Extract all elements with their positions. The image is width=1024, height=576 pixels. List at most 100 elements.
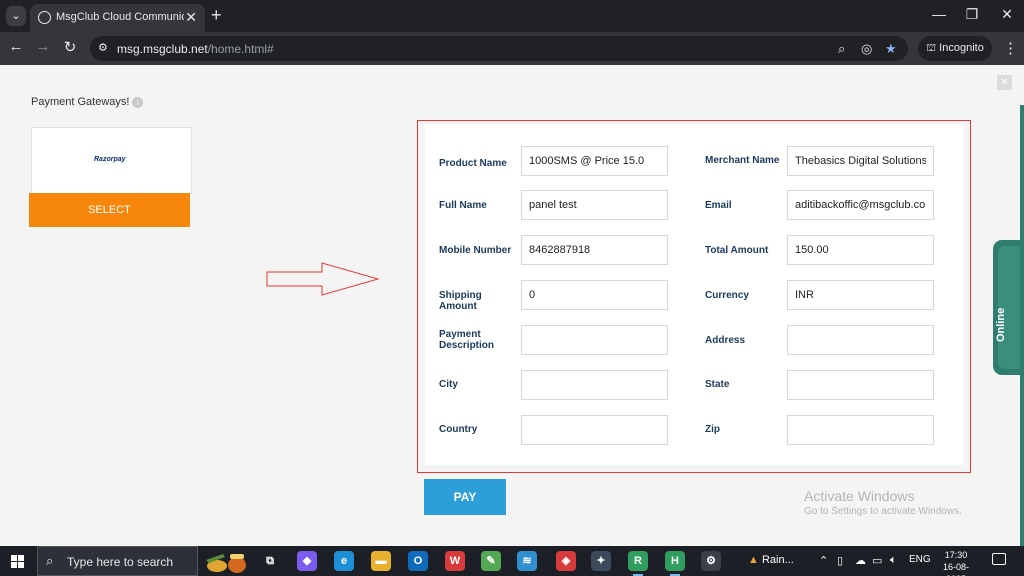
app-bird-icon[interactable]: ✦ <box>591 551 611 571</box>
browser-toolbar: ← → ↻ ⚙ msg.msgclub.net/home.html# ⌕ ◎ ★… <box>0 32 1024 65</box>
forward-arrow-icon[interactable]: → <box>33 38 53 55</box>
minimize-button[interactable]: — <box>929 6 949 22</box>
weather-text: Rain... <box>761 554 794 566</box>
url-path: /home.html# <box>207 42 274 56</box>
tab-search-menu-button[interactable]: ⌄ <box>6 6 26 26</box>
back-arrow-icon[interactable]: ← <box>6 38 26 55</box>
incognito-icon: ⛫ <box>926 42 937 54</box>
windows-taskbar: ⌕ Type here to search ⧉ ◆ e ▬ O W ✎ ≋ ◈ ✦ R H ⚙ ▲ Ra… <box>0 546 1024 576</box>
reload-icon[interactable]: ↻ <box>60 38 80 56</box>
notepad-icon[interactable]: ✎ <box>481 551 501 571</box>
email-label: Email <box>705 200 732 211</box>
search-icon: ⌕ <box>46 553 54 568</box>
edge-icon[interactable]: e <box>334 551 354 571</box>
chrome-r-icon[interactable]: R <box>628 551 648 576</box>
arrow-annotation <box>266 262 380 296</box>
weather-widget[interactable]: ▲ Rain... <box>748 554 794 566</box>
payment-description-input[interactable] <box>521 325 668 355</box>
settings-icon[interactable]: ⚙ <box>701 551 721 571</box>
watermark-subtitle: Go to Settings to activate Windows. <box>804 506 962 517</box>
url-host: msg.msgclub.net <box>117 42 208 56</box>
merchant-name-label: Merchant Name <box>705 155 780 166</box>
new-tab-button[interactable]: + <box>211 5 222 26</box>
page-content: Payment Gateways! i Razorpay SELECT ✕ Pro… <box>0 65 1024 546</box>
language-indicator[interactable]: ENG <box>909 554 931 565</box>
activate-windows-watermark: Activate Windows Go to Settings to activ… <box>804 488 962 517</box>
zip-label: Zip <box>705 424 720 435</box>
favicon-icon <box>38 11 51 24</box>
mobile-number-input[interactable] <box>521 235 668 265</box>
watermark-title: Activate Windows <box>804 488 915 504</box>
online-label: Online <box>995 307 1007 342</box>
full-name-input[interactable] <box>521 190 668 220</box>
product-name-label: Product Name <box>439 158 507 169</box>
app-layers-icon[interactable]: ≋ <box>517 551 537 571</box>
tab-title: MsgClub Cloud Communicatio <box>56 11 184 23</box>
mobile-number-label: Mobile Number <box>439 245 512 256</box>
city-input[interactable] <box>521 370 668 400</box>
product-name-input[interactable] <box>521 146 668 176</box>
browser-tab-strip: ⌄ MsgClub Cloud Communicatio ✕ + — ❐ ✕ <box>0 0 1024 32</box>
heading-text: Payment Gateways! <box>31 96 130 108</box>
country-input[interactable] <box>521 415 668 445</box>
tab-close-icon[interactable]: ✕ <box>185 9 197 25</box>
incognito-badge[interactable]: ⛫ Incognito <box>918 36 992 61</box>
shipping-amount-input[interactable] <box>521 280 668 310</box>
restore-button[interactable]: ❐ <box>962 6 982 23</box>
total-amount-input[interactable] <box>787 235 934 265</box>
state-input[interactable] <box>787 370 934 400</box>
payment-gateways-heading: Payment Gateways! i <box>31 96 144 108</box>
modal-close-button[interactable]: ✕ <box>997 75 1012 90</box>
shipping-amount-label: Shipping Amount <box>439 290 482 312</box>
wps-icon[interactable]: W <box>445 551 465 571</box>
total-amount-label: Total Amount <box>705 245 769 256</box>
eye-blocked-icon[interactable]: ◎ <box>861 41 872 57</box>
browser-tab[interactable]: MsgClub Cloud Communicatio ✕ <box>30 4 205 32</box>
tray-cloud-icon[interactable]: ☁ <box>855 554 866 567</box>
search-placeholder: Type here to search <box>67 555 174 569</box>
country-label: Country <box>439 424 478 435</box>
payment-description-label: Payment Description <box>439 329 495 351</box>
tray-network-icon[interactable]: ▭ <box>872 554 882 567</box>
copilot-icon[interactable]: ◆ <box>297 551 317 571</box>
clock-date: 16-08-2025 <box>942 562 969 576</box>
payment-form-highlight: Product Name Full Name Mobile Number Shi… <box>417 120 971 473</box>
gateway-card[interactable]: Razorpay <box>31 127 192 194</box>
url-text: msg.msgclub.net/home.html# <box>117 42 274 56</box>
address-bar[interactable]: ⚙ msg.msgclub.net/home.html# ⌕ ◎ ★ <box>90 36 908 61</box>
anydesk-icon[interactable]: ◈ <box>556 551 576 571</box>
address-input[interactable] <box>787 325 934 355</box>
outlook-icon[interactable]: O <box>408 551 428 571</box>
site-info-icon[interactable]: ⚙ <box>98 41 108 54</box>
page-scrollbar[interactable] <box>1020 105 1024 546</box>
weather-alert-icon: ▲ <box>748 554 759 566</box>
razorpay-logo: Razorpay <box>94 156 126 163</box>
pay-button[interactable]: PAY <box>424 479 506 515</box>
task-view-icon[interactable]: ⧉ <box>260 551 280 571</box>
full-name-label: Full Name <box>439 200 487 211</box>
zip-input[interactable] <box>787 415 934 445</box>
bookmark-star-icon[interactable]: ★ <box>885 41 897 57</box>
chrome-h-icon[interactable]: H <box>665 551 685 576</box>
info-icon[interactable]: i <box>132 96 144 108</box>
tray-chevron-icon[interactable]: ⌃ <box>819 554 828 567</box>
search-highlight-illustration-icon[interactable] <box>203 550 249 574</box>
window-close-button[interactable]: ✕ <box>997 6 1017 23</box>
gateway-select-button[interactable]: SELECT <box>29 193 190 227</box>
payment-form: Product Name Full Name Mobile Number Shi… <box>425 125 963 465</box>
windows-start-icon[interactable] <box>11 555 24 568</box>
file-explorer-icon[interactable]: ▬ <box>371 551 391 571</box>
tray-volume-icon[interactable]: 🔈︎ <box>890 554 897 567</box>
tray-device-icon[interactable]: ▯ <box>837 554 843 567</box>
currency-label: Currency <box>705 290 749 301</box>
currency-input[interactable] <box>787 280 934 310</box>
notification-icon[interactable] <box>992 553 1006 565</box>
taskbar-clock[interactable]: 17:30 16-08-2025 <box>936 549 976 576</box>
address-label: Address <box>705 335 746 346</box>
taskbar-search-box[interactable]: ⌕ Type here to search <box>37 546 198 576</box>
merchant-name-input[interactable] <box>787 146 934 176</box>
zoom-icon[interactable]: ⌕ <box>838 41 845 57</box>
state-label: State <box>705 379 730 390</box>
email-input[interactable] <box>787 190 934 220</box>
more-menu-icon[interactable]: ⋮ <box>1003 39 1018 57</box>
